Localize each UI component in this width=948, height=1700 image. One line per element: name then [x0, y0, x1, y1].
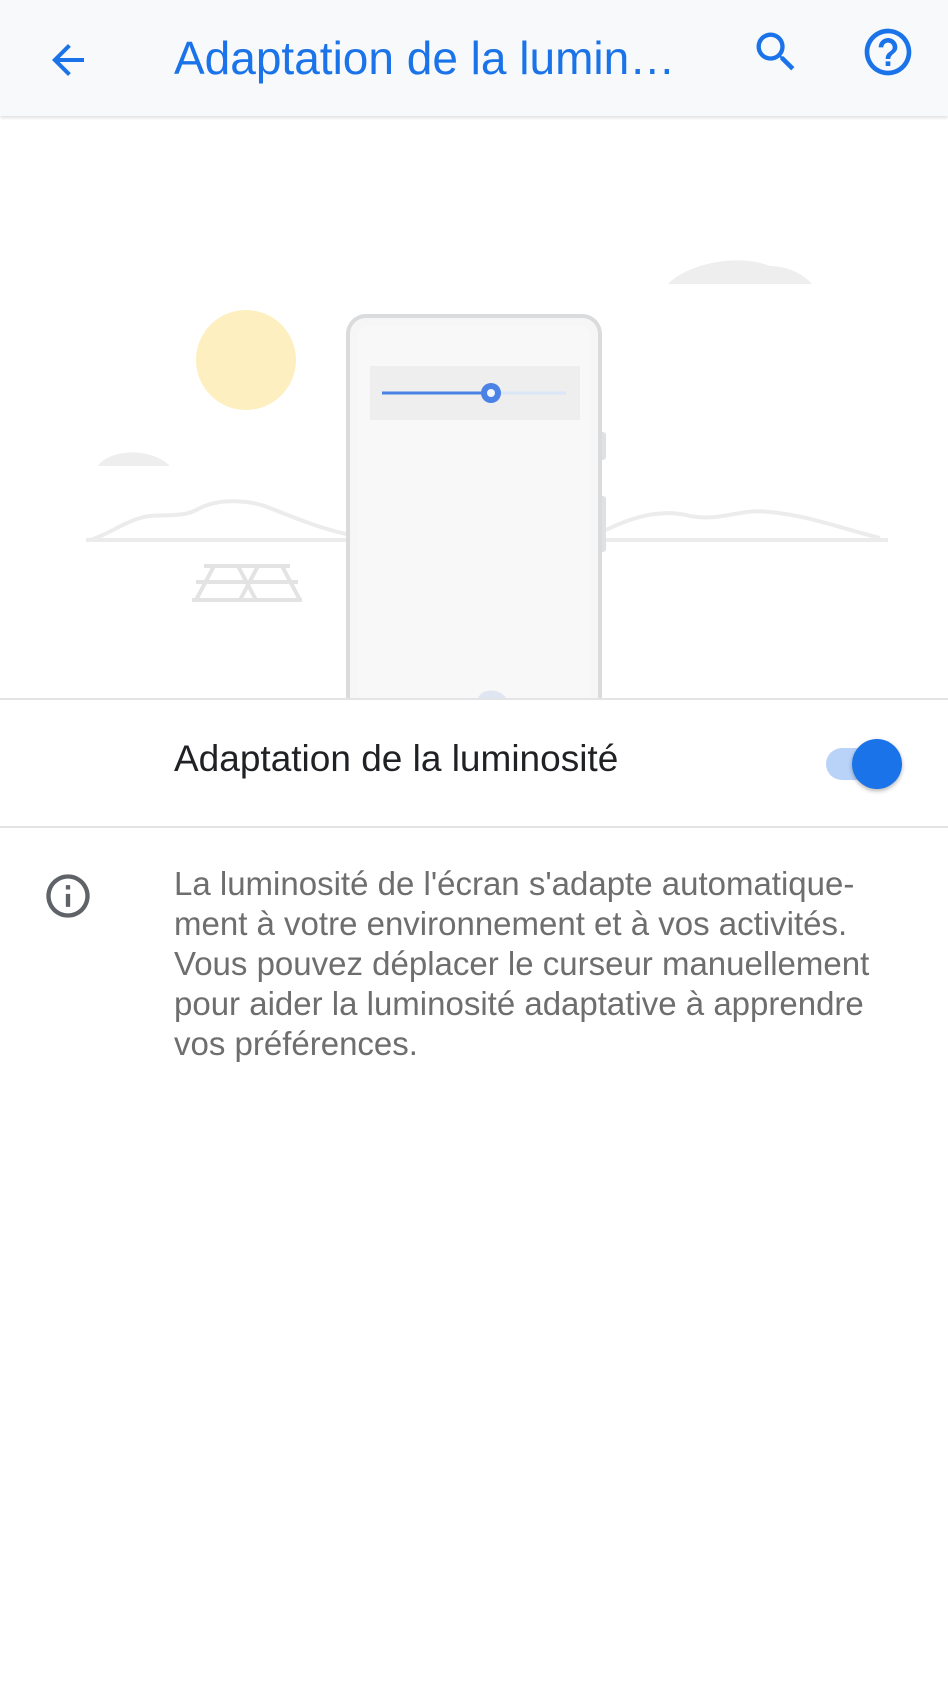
brightness-illustration: [0, 116, 948, 698]
cloud-left: [98, 452, 170, 466]
adaptive-brightness-switch[interactable]: [822, 739, 902, 789]
hills-left: [86, 499, 347, 542]
info-icon: [42, 870, 94, 922]
search-icon: [756, 32, 795, 71]
cloud-right: [668, 260, 812, 284]
search-button[interactable]: [740, 16, 812, 88]
page-title: Adaptation de la luminosité: [174, 32, 694, 84]
help-button[interactable]: [852, 16, 924, 88]
hills-right: [605, 509, 888, 542]
back-button[interactable]: [32, 24, 104, 96]
divider-bottom: [0, 826, 948, 828]
info-description: La luminosité de l'écran s'adapte automa…: [174, 865, 870, 1062]
switch-thumb: [852, 739, 902, 789]
app-bar: Adaptation de la luminosité: [0, 0, 948, 116]
adaptive-brightness-label: Adaptation de la luminosité: [174, 738, 619, 779]
arrow-back-icon: [52, 44, 84, 76]
sun: [196, 310, 296, 410]
adaptive-brightness-row[interactable]: Adaptation de la luminosité: [0, 700, 948, 826]
picnic-table: [192, 564, 302, 602]
help-circle-icon: [864, 28, 912, 76]
